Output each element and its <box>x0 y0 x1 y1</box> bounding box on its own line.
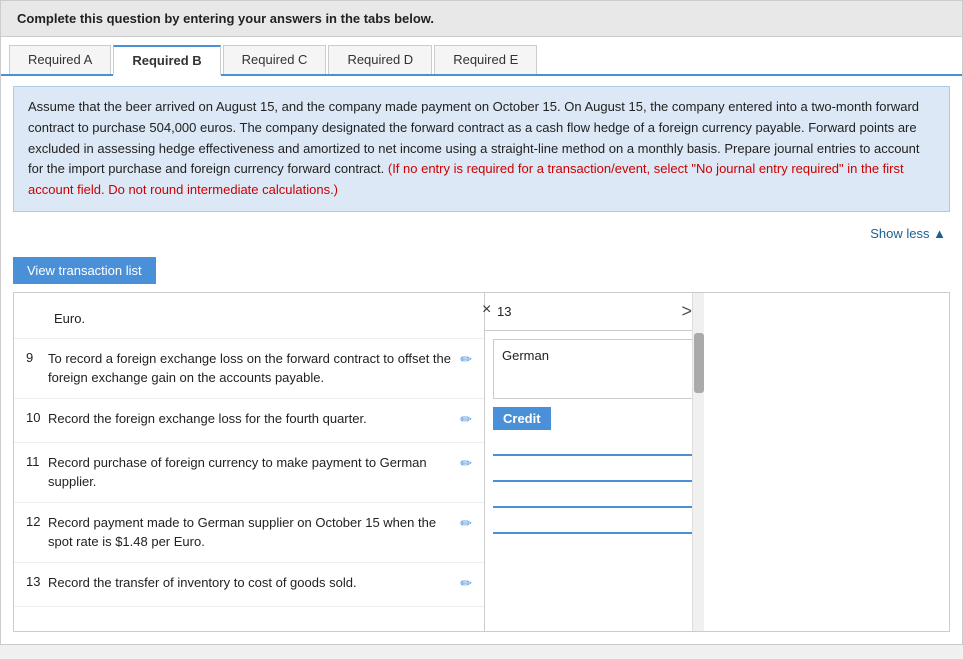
close-button[interactable]: × <box>482 301 491 319</box>
show-less-link[interactable]: Show less ▲ <box>1 222 962 249</box>
euro-row: Euro. <box>14 303 484 339</box>
row-num-12: 12 <box>26 513 48 529</box>
row-num-10: 10 <box>26 409 48 425</box>
instruction-text: Complete this question by entering your … <box>17 11 434 26</box>
tabs-row: Required A Required B Required C Require… <box>1 37 962 76</box>
german-box: German <box>493 339 696 399</box>
table-row: 12 Record payment made to German supplie… <box>14 503 484 563</box>
main-content: × Euro. 9 To record a foreign exchange l… <box>13 292 950 632</box>
next-arrow[interactable]: > <box>681 301 692 322</box>
edit-icon-11[interactable]: ✏ <box>460 455 472 472</box>
credit-input-3[interactable] <box>493 486 696 508</box>
credit-input-1[interactable] <box>493 434 696 456</box>
tab-required-b[interactable]: Required B <box>113 45 220 76</box>
row-desc-9: To record a foreign exchange loss on the… <box>48 349 460 388</box>
right-panel: 13 > German Credit <box>484 293 704 631</box>
row-desc-10: Record the foreign exchange loss for the… <box>48 409 460 429</box>
edit-icon-10[interactable]: ✏ <box>460 411 472 428</box>
euro-text: Euro. <box>54 311 85 326</box>
german-text: German <box>502 348 549 363</box>
credit-input-4[interactable] <box>493 512 696 534</box>
table-row: 13 Record the transfer of inventory to c… <box>14 563 484 607</box>
view-transaction-button[interactable]: View transaction list <box>13 257 156 284</box>
description-box: Assume that the beer arrived on August 1… <box>13 86 950 212</box>
credit-label: Credit <box>493 407 551 430</box>
table-row: 9 To record a foreign exchange loss on t… <box>14 339 484 399</box>
row-desc-13: Record the transfer of inventory to cost… <box>48 573 460 593</box>
instruction-bar: Complete this question by entering your … <box>1 1 962 37</box>
row-desc-12: Record payment made to German supplier o… <box>48 513 460 552</box>
table-row: 10 Record the foreign exchange loss for … <box>14 399 484 443</box>
credit-section: Credit <box>485 407 704 534</box>
row-desc-11: Record purchase of foreign currency to m… <box>48 453 460 492</box>
tab-required-a[interactable]: Required A <box>9 45 111 74</box>
scrollbar-thumb <box>694 333 704 393</box>
table-row: 11 Record purchase of foreign currency t… <box>14 443 484 503</box>
edit-icon-12[interactable]: ✏ <box>460 515 472 532</box>
row-num-13: 13 <box>26 573 48 589</box>
left-panel: Euro. 9 To record a foreign exchange los… <box>14 293 484 617</box>
page-number: 13 <box>497 304 511 319</box>
tab-required-e[interactable]: Required E <box>434 45 537 74</box>
row-num-11: 11 <box>26 453 48 469</box>
tab-required-d[interactable]: Required D <box>328 45 432 74</box>
edit-icon-9[interactable]: ✏ <box>460 351 472 368</box>
edit-icon-13[interactable]: ✏ <box>460 575 472 592</box>
credit-input-2[interactable] <box>493 460 696 482</box>
right-panel-header: 13 > <box>485 293 704 331</box>
row-num-9: 9 <box>26 349 48 365</box>
tab-required-c[interactable]: Required C <box>223 45 327 74</box>
scrollbar[interactable] <box>692 293 704 631</box>
